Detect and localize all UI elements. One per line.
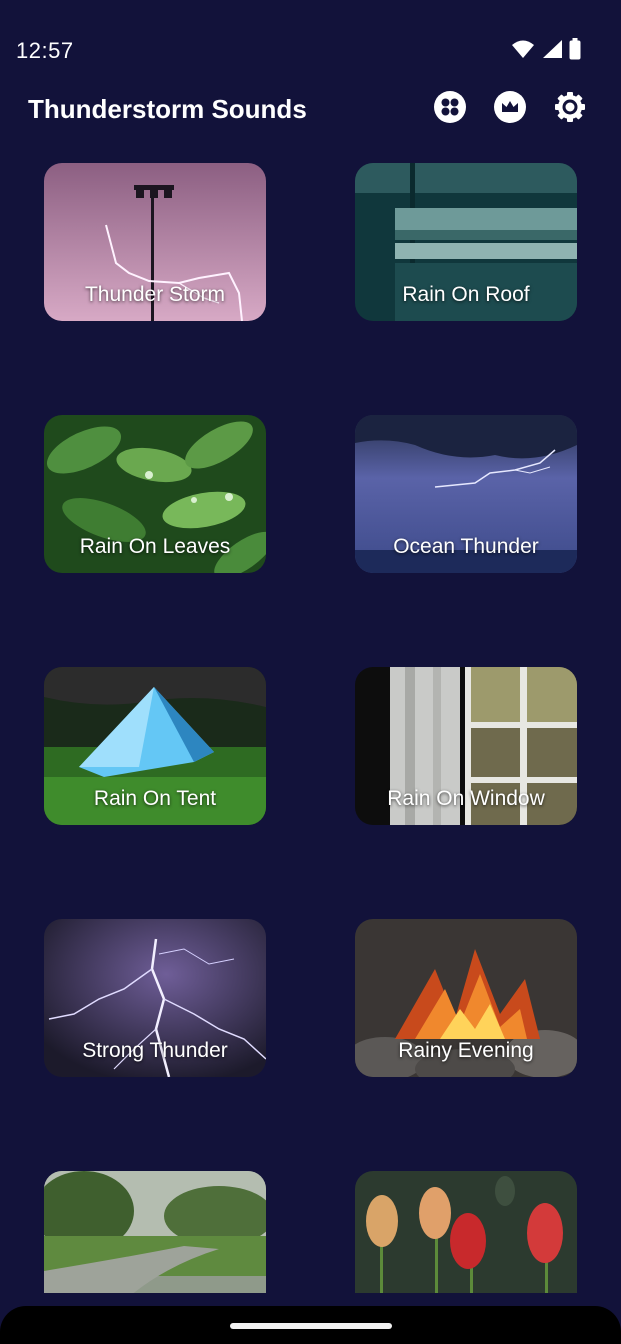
- sound-card-rain-on-window[interactable]: Rain On Window: [355, 667, 577, 825]
- settings-icon: [555, 92, 585, 122]
- status-time: 12:57: [16, 38, 74, 63]
- sound-card-label: Rain On Roof: [402, 283, 530, 306]
- sound-card-rainy-evening[interactable]: Rainy Evening: [355, 919, 577, 1077]
- sound-card-rainy-road[interactable]: [44, 1171, 266, 1293]
- sound-card-label: Rain On Leaves: [79, 535, 231, 558]
- tulips-image: [355, 1171, 577, 1293]
- grid-button[interactable]: [433, 90, 467, 124]
- sound-card-tulips[interactable]: [355, 1171, 577, 1293]
- sound-card-thunder-storm[interactable]: Thunder Storm: [44, 163, 266, 321]
- sound-card-rain-on-leaves[interactable]: Rain On Leaves: [44, 415, 266, 573]
- sound-card-label: Rain On Tent: [93, 787, 217, 810]
- sound-card-label: Ocean Thunder: [393, 535, 539, 558]
- wifi-icon: [512, 40, 534, 58]
- sound-card-rain-on-roof[interactable]: Rain On Roof: [355, 163, 577, 321]
- battery-icon: [569, 38, 581, 60]
- home-indicator[interactable]: [230, 1323, 392, 1329]
- sound-card-label: Strong Thunder: [82, 1039, 228, 1062]
- sound-card-label: Rain On Window: [387, 787, 545, 810]
- gesture-nav-bar: [0, 1306, 621, 1344]
- sound-card-label: Rainy Evening: [398, 1039, 534, 1062]
- sound-grid: Thunder Storm Rain On Roof Rain On Leave…: [44, 163, 578, 1293]
- status-icons: [511, 38, 581, 60]
- sound-card-ocean-thunder[interactable]: Ocean Thunder: [355, 415, 577, 573]
- sound-card-strong-thunder[interactable]: Strong Thunder: [44, 919, 266, 1077]
- page-title: Thunderstorm Sounds: [28, 94, 307, 124]
- app-bar: Thunderstorm Sounds: [0, 82, 621, 138]
- app-actions: [433, 90, 587, 124]
- cellular-signal-icon: [543, 40, 562, 58]
- premium-button[interactable]: [493, 90, 527, 124]
- settings-button[interactable]: [553, 90, 587, 124]
- sound-card-rain-on-tent[interactable]: Rain On Tent: [44, 667, 266, 825]
- rainy-road-image: [44, 1171, 266, 1293]
- grid-icon: [434, 91, 466, 123]
- sound-card-label: Thunder Storm: [84, 283, 226, 306]
- crown-icon: [494, 91, 526, 123]
